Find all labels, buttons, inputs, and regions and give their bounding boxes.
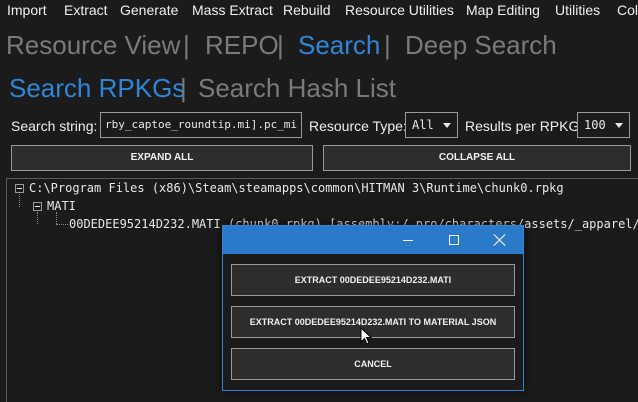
tab-separator: | [183,30,190,60]
extract-mati-button[interactable]: EXTRACT 00DEDEE95214D232.MATI [231,264,515,296]
tab-separator: | [384,30,391,60]
collapse-all-button[interactable]: COLLAPSE ALL [323,145,631,171]
maximize-icon [449,235,459,245]
minimize-icon [403,240,413,241]
results-per-rpkg-label: Results per RPKG: [465,118,584,134]
tab-search[interactable]: Search [298,30,380,61]
menu-rebuild[interactable]: Rebuild [283,2,330,18]
minimize-button[interactable] [385,226,431,254]
mouse-cursor-icon [360,327,372,345]
dialog-title-bar[interactable] [223,226,523,254]
menu-import[interactable]: Import [7,2,47,18]
collapse-icon[interactable] [33,202,42,211]
extract-material-json-button[interactable]: EXTRACT 00DEDEE95214D232.MATI TO MATERIA… [231,306,515,338]
results-per-rpkg-select[interactable]: 100 [577,112,630,138]
tab-deep-search[interactable]: Deep Search [405,30,557,61]
resource-type-select[interactable]: All [405,112,458,138]
tab-search-hash-list[interactable]: Search Hash List [198,73,396,104]
tab-separator: | [277,30,284,60]
expand-all-button[interactable]: EXPAND ALL [11,145,313,171]
tab-repo[interactable]: REPO [205,30,279,61]
close-button[interactable] [477,226,523,254]
tab-resource-view[interactable]: Resource View [6,30,180,61]
menu-resource-utilities[interactable]: Resource Utilities [345,2,454,18]
menu-generate[interactable]: Generate [120,2,178,18]
maximize-button[interactable] [431,226,477,254]
menu-utilities[interactable]: Utilities [555,2,600,18]
chevron-down-icon [443,123,451,128]
chevron-down-icon [615,123,623,128]
tree-node-mati[interactable]: MATI [47,199,76,213]
search-string-label: Search string: [11,118,98,134]
collapse-icon[interactable] [15,184,24,193]
tab-separator: | [180,73,187,103]
menu-colo[interactable]: Colo [617,2,638,18]
resource-type-label: Resource Type: [309,118,407,134]
search-string-input[interactable]: rby_captoe_roundtip.mi].pc_mi [100,112,302,138]
tree-node-rpkg[interactable]: C:\Program Files (x86)\Steam\steamapps\c… [29,181,564,195]
menu-map-editing[interactable]: Map Editing [466,2,540,18]
cancel-button[interactable]: CANCEL [231,348,515,380]
results-per-rpkg-value: 100 [584,118,606,132]
resource-type-value: All [412,118,434,132]
tree-connector [37,212,38,224]
menu-mass-extract[interactable]: Mass Extract [192,2,273,18]
menu-extract[interactable]: Extract [64,2,108,18]
tree-connector [56,224,68,225]
tree-connector [19,194,20,207]
tree-connector [56,212,57,224]
extract-dialog: EXTRACT 00DEDEE95214D232.MATI EXTRACT 00… [222,225,524,391]
close-icon [493,233,507,247]
tab-search-rpkgs[interactable]: Search RPKGs [9,73,185,104]
menu-bar: Import Extract Generate Mass Extract Reb… [0,0,638,22]
